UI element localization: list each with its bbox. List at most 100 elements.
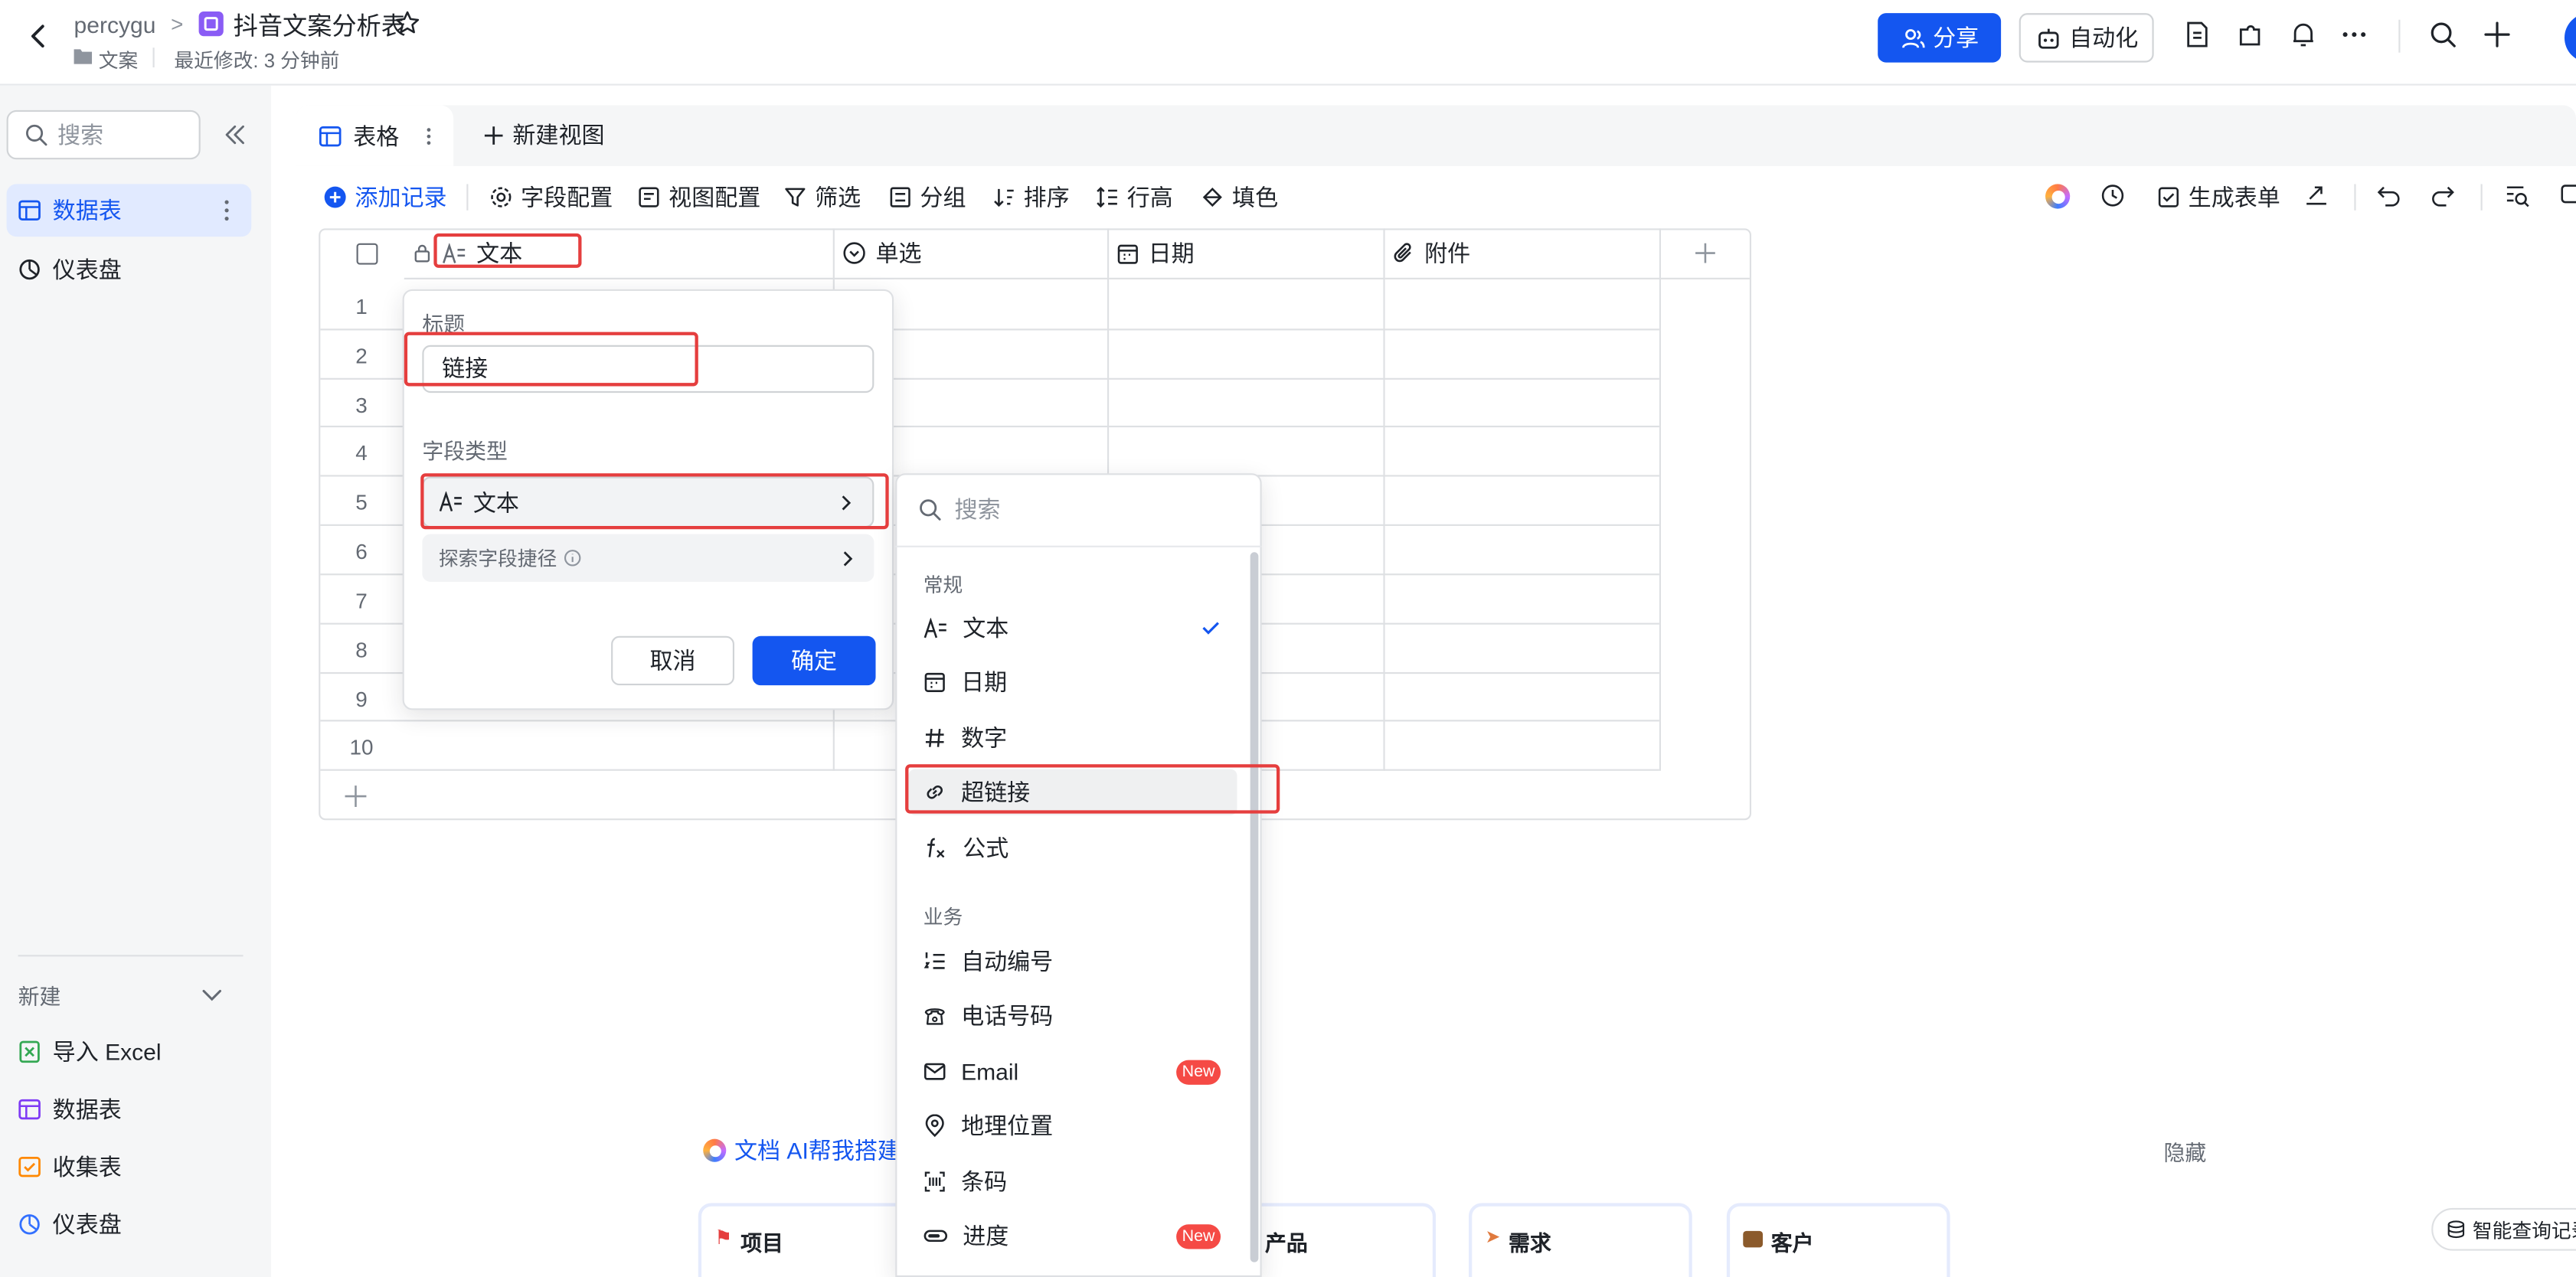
explore-field-shortcut[interactable]: 探索字段捷径: [422, 534, 874, 582]
find-icon[interactable]: [2504, 182, 2530, 208]
new-dashboard[interactable]: 仪表盘: [7, 1198, 252, 1251]
column-header-attachment[interactable]: 附件: [1384, 228, 1662, 279]
folder-icon: [74, 47, 93, 64]
new-view-button[interactable]: 新建视图: [483, 119, 605, 152]
phone-icon: [924, 1008, 945, 1025]
field-type-label: 字段类型: [422, 439, 508, 464]
type-search-placeholder: 搜索: [954, 496, 1001, 523]
template-card-requirement[interactable]: ➤ 需求: [1468, 1203, 1692, 1277]
breadcrumb-owner[interactable]: percygu: [74, 11, 156, 38]
lock-icon: [414, 244, 430, 263]
field-title-input[interactable]: 链接: [422, 345, 874, 394]
tab-label: 表格: [353, 122, 400, 149]
text-type-icon: [443, 242, 466, 263]
single-select-icon: [843, 242, 865, 264]
row-height-button[interactable]: 行高: [1096, 181, 1173, 214]
type-menu-scrollbar[interactable]: [1250, 552, 1259, 1262]
sidebar-item-datatable[interactable]: 数据表: [6, 184, 252, 237]
generate-form-button[interactable]: 生成表单: [2157, 181, 2280, 214]
ai-build-label: 文档 AI帮我搭建: [734, 1137, 901, 1164]
type-option-formula[interactable]: 公式: [908, 825, 1237, 871]
row-number: 7: [355, 588, 368, 613]
smart-query-button[interactable]: 智能查询记录: [2431, 1207, 2576, 1251]
plus-icon[interactable]: [2483, 20, 2516, 53]
ai-assistant-icon[interactable]: [2045, 184, 2071, 209]
field-config-button[interactable]: 字段配置: [489, 181, 613, 214]
folder-name[interactable]: 文案: [99, 46, 139, 73]
paint-bucket-icon: [1202, 188, 1222, 207]
plugin-icon[interactable]: [2236, 20, 2269, 53]
back-icon[interactable]: [23, 21, 53, 51]
chevron-down-icon[interactable]: [199, 981, 225, 1008]
column-header-single-select[interactable]: 单选: [834, 228, 1110, 279]
dashboard-icon: [19, 1214, 40, 1235]
chevron-right-icon: [842, 495, 852, 510]
more-icon[interactable]: [2339, 20, 2372, 53]
field-type-value: 文本: [472, 488, 519, 515]
sort-icon: [994, 188, 1014, 207]
type-option-barcode[interactable]: 条码: [908, 1158, 1237, 1204]
grid-line: [1659, 279, 1662, 771]
type-option-phone[interactable]: 电话号码: [908, 993, 1237, 1039]
sidebar-search-input[interactable]: 搜索: [6, 109, 201, 160]
undo-icon[interactable]: [2375, 182, 2401, 208]
add-row-icon[interactable]: [343, 784, 368, 808]
new-badge: New: [1176, 1224, 1221, 1249]
group-button[interactable]: 分组: [889, 181, 966, 214]
select-all-checkbox[interactable]: [356, 243, 378, 265]
briefcase-icon: [1743, 1230, 1764, 1248]
column-header-date[interactable]: 日期: [1109, 228, 1385, 279]
toolbar-divider: [466, 184, 469, 211]
share-button[interactable]: 分享: [1878, 13, 2002, 63]
new-import-excel[interactable]: 导入 Excel: [7, 1026, 252, 1079]
automation-button[interactable]: 自动化: [2019, 13, 2154, 63]
hide-link[interactable]: 隐藏: [2164, 1135, 2207, 1167]
fill-color-button[interactable]: 填色: [1201, 181, 1278, 214]
template-card-project[interactable]: ⚑ 项目: [698, 1203, 922, 1277]
column-header-text[interactable]: 文本: [404, 228, 835, 279]
filter-button[interactable]: 筛选: [783, 181, 861, 214]
ai-build-link[interactable]: 文档 AI帮我搭建: [703, 1134, 901, 1167]
tab-grid-view[interactable]: 表格: [296, 105, 454, 166]
comment-icon[interactable]: [2560, 182, 2576, 208]
new-datatable[interactable]: 数据表: [7, 1083, 252, 1136]
field-type-select[interactable]: 文本: [422, 476, 874, 528]
page-title[interactable]: 抖音文案分析表: [234, 8, 406, 43]
add-record-button[interactable]: 添加记录: [324, 181, 447, 214]
history-icon[interactable]: [2100, 182, 2126, 208]
flag-icon: ⚑: [714, 1226, 733, 1249]
document-list-icon[interactable]: [2183, 20, 2216, 53]
check-icon: [1202, 622, 1219, 635]
sidebar-item-label: 数据表: [52, 197, 122, 224]
row-number: 3: [355, 393, 368, 418]
toolbar-divider: [2480, 184, 2483, 211]
search-icon[interactable]: [2428, 20, 2461, 53]
type-option-location[interactable]: 地理位置: [908, 1102, 1237, 1148]
star-icon[interactable]: [394, 10, 420, 36]
table-icon: [18, 200, 41, 220]
column-header-label: 单选: [875, 240, 922, 266]
type-option-auto-number[interactable]: 自动编号: [908, 939, 1237, 985]
share-out-icon[interactable]: [2303, 182, 2329, 208]
collapse-sidebar-icon[interactable]: [222, 122, 248, 148]
cancel-button[interactable]: 取消: [611, 635, 734, 686]
table-icon: [18, 1099, 41, 1120]
row-number: 4: [355, 440, 368, 465]
sidebar-search-placeholder: 搜索: [57, 121, 104, 149]
type-option-number[interactable]: 数字: [908, 715, 1237, 761]
template-card-customer[interactable]: 客户: [1726, 1203, 1950, 1277]
sidebar-item-dashboard[interactable]: 仪表盘: [7, 243, 252, 296]
new-form[interactable]: 收集表: [7, 1141, 252, 1194]
type-option-hyperlink[interactable]: 超链接: [908, 769, 1237, 815]
sort-button[interactable]: 排序: [992, 181, 1070, 214]
redo-icon[interactable]: [2430, 182, 2456, 208]
type-search-input[interactable]: 搜索: [895, 473, 1262, 547]
type-option-date[interactable]: 日期: [908, 659, 1237, 705]
add-column-icon[interactable]: [1661, 228, 1750, 279]
sidebar-item-more-icon[interactable]: [222, 198, 232, 224]
search-icon: [26, 124, 47, 146]
bell-icon[interactable]: [2289, 20, 2322, 53]
view-config-button[interactable]: 视图配置: [637, 181, 760, 214]
confirm-button[interactable]: 确定: [752, 635, 876, 686]
type-option-text[interactable]: 文本: [908, 605, 1237, 651]
